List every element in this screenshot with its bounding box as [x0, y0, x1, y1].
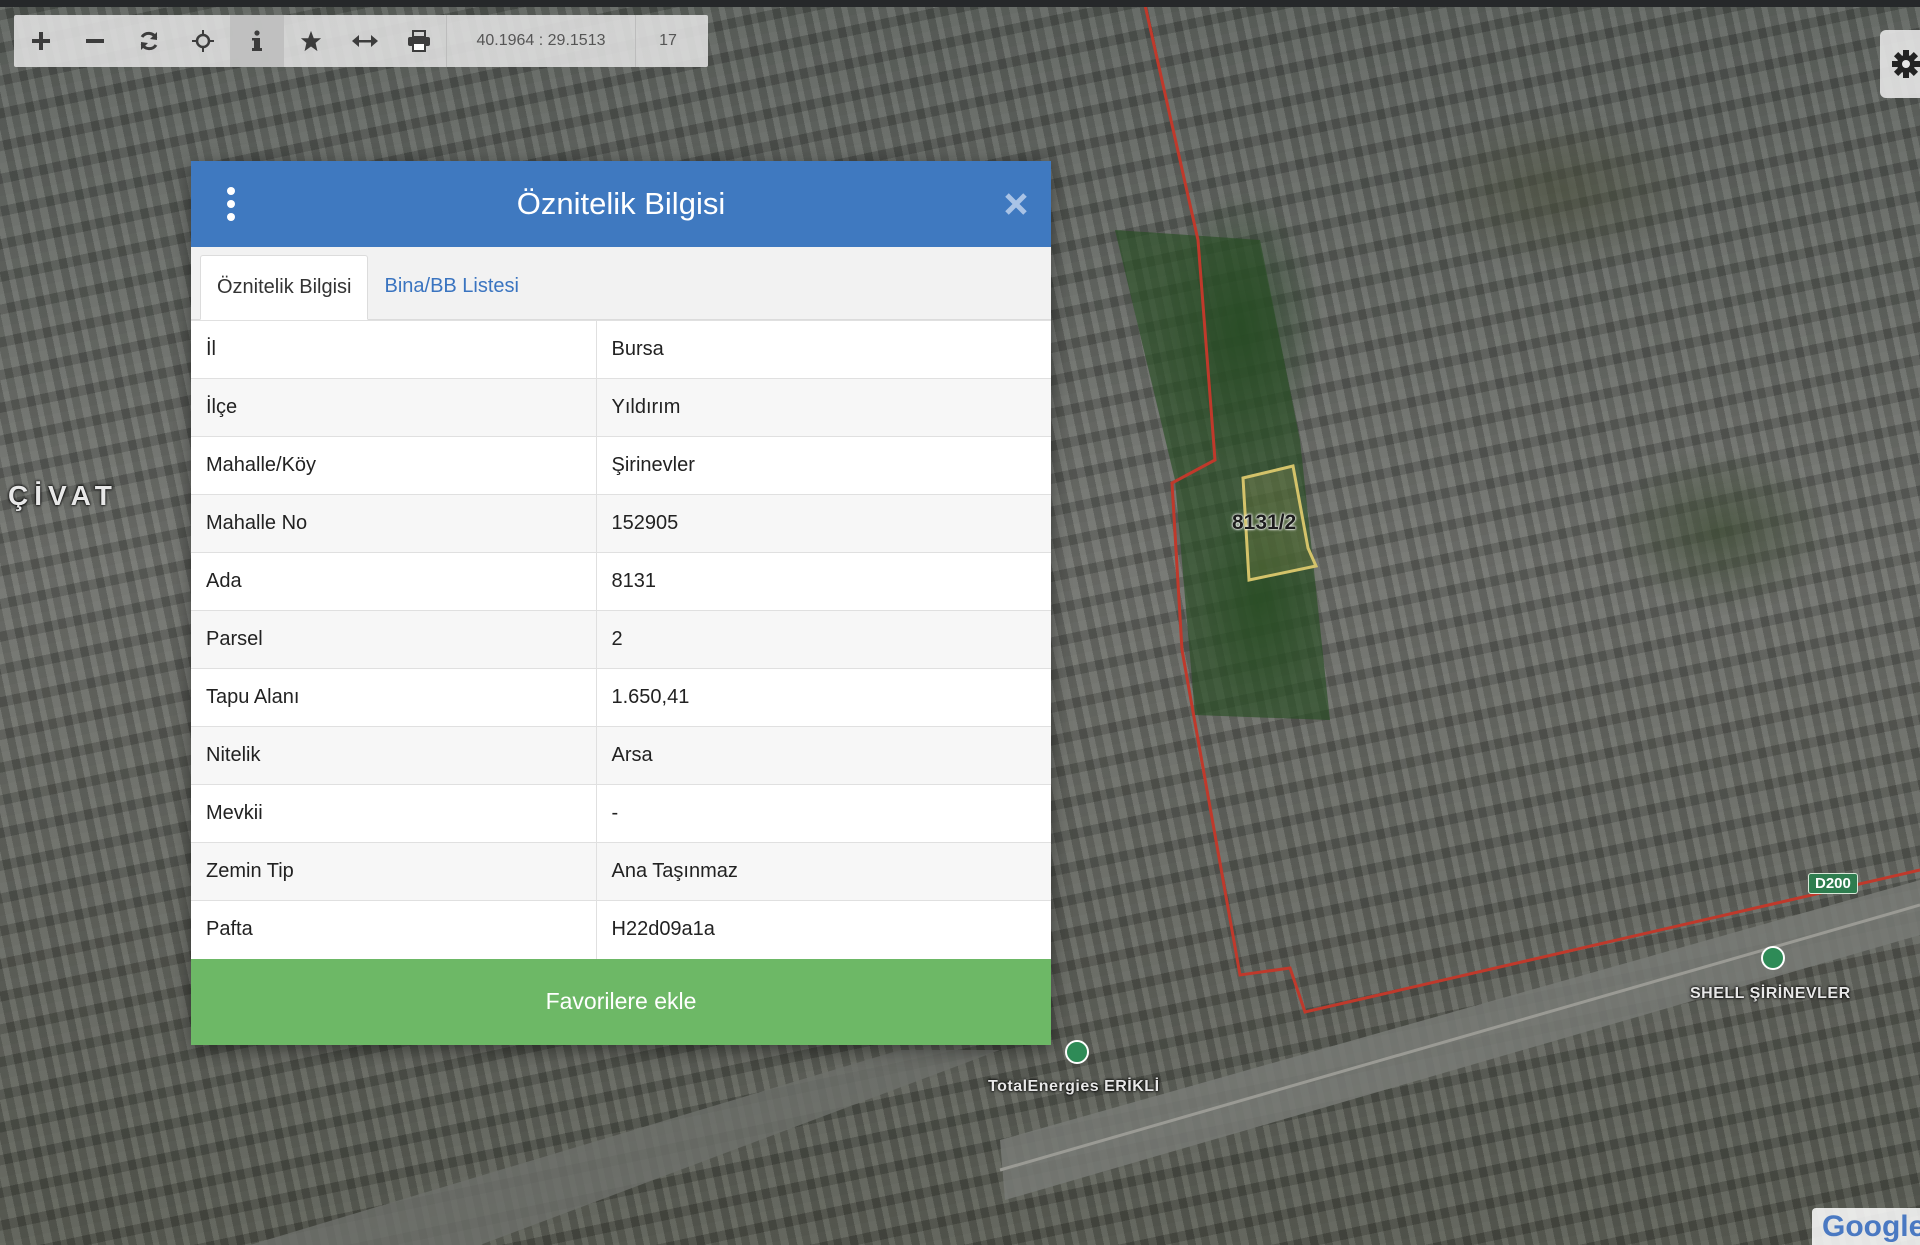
table-row: Zemin Tip Ana Taşınmaz	[191, 842, 1051, 901]
highway-lane	[999, 903, 1920, 1172]
table-row: Nitelik Arsa	[191, 726, 1051, 785]
gas-station-pin[interactable]	[1065, 1040, 1089, 1064]
attribute-table: İl Bursa İlçe Yıldırım Mahalle/Köy Şirinevl…	[191, 320, 1051, 959]
lower-road	[250, 1050, 1000, 1245]
table-row: İlçe Yıldırım	[191, 378, 1051, 437]
info-icon	[252, 30, 262, 51]
row-value: H22d09a1a	[596, 900, 1051, 959]
info-button[interactable]	[230, 15, 284, 67]
zoom-out-button[interactable]	[68, 15, 122, 67]
table-row: Parsel 2	[191, 610, 1051, 669]
table-row: Tapu Alanı 1.650,41	[191, 668, 1051, 727]
row-value: 8131	[596, 552, 1051, 611]
row-key: Pafta	[191, 900, 597, 959]
row-key: Nitelik	[191, 726, 597, 785]
row-key: Mahalle No	[191, 494, 597, 553]
favorites-button[interactable]	[284, 15, 338, 67]
vertical-dots-menu-icon[interactable]	[225, 186, 237, 222]
table-row: İl Bursa	[191, 320, 1051, 379]
table-row: Mahalle No 152905	[191, 494, 1051, 553]
tab-building-list[interactable]: Bina/BB Listesi	[368, 254, 535, 319]
coordinate-readout: 40.1964 : 29.1513	[446, 15, 635, 67]
print-icon	[408, 30, 430, 52]
close-icon[interactable]	[1003, 191, 1029, 217]
row-key: İlçe	[191, 378, 597, 437]
table-row: Ada 8131	[191, 552, 1051, 611]
measure-button[interactable]	[338, 15, 392, 67]
road-badge: D200	[1808, 873, 1858, 894]
row-value: Bursa	[596, 320, 1051, 379]
google-logo: Google	[1812, 1208, 1920, 1245]
refresh-icon	[140, 31, 158, 51]
parcel-label[interactable]: 8131/2	[1232, 511, 1296, 535]
row-value: Yıldırım	[596, 378, 1051, 437]
tab-attribute-info[interactable]: Öznitelik Bilgisi	[200, 255, 369, 320]
row-key: Parsel	[191, 610, 597, 669]
table-row: Mahalle/Köy Şirinevler	[191, 436, 1051, 495]
zoom-in-button[interactable]	[14, 15, 68, 67]
row-key: Mevkii	[191, 784, 597, 843]
table-row: Pafta H22d09a1a	[191, 900, 1051, 959]
highway	[1000, 880, 1920, 1200]
horizontal-arrows-icon	[352, 35, 378, 47]
minus-icon	[86, 39, 104, 43]
gas-station-label[interactable]: TotalEnergies ERİKLİ	[988, 1078, 1160, 1096]
refresh-button[interactable]	[122, 15, 176, 67]
row-value: 1.650,41	[596, 668, 1051, 727]
locate-button[interactable]	[176, 15, 230, 67]
gear-icon	[1892, 50, 1920, 78]
map-toolbar: 40.1964 : 29.1513 17	[14, 15, 708, 67]
row-value: -	[596, 784, 1051, 843]
gas-station-pin[interactable]	[1761, 946, 1785, 970]
row-key: İl	[191, 320, 597, 379]
attribute-dialog: Öznitelik Bilgisi Öznitelik Bilgisi Bina…	[191, 161, 1051, 1045]
print-button[interactable]	[392, 15, 446, 67]
green-field	[1115, 230, 1330, 720]
row-value: Arsa	[596, 726, 1051, 785]
row-value: 2	[596, 610, 1051, 669]
add-to-favorites-button[interactable]: Favorilere ekle	[191, 958, 1051, 1045]
settings-button[interactable]	[1880, 30, 1920, 98]
dialog-title: Öznitelik Bilgisi	[516, 186, 726, 221]
row-value: Şirinevler	[596, 436, 1051, 495]
gas-station-label[interactable]: SHELL ŞİRİNEVLER	[1690, 985, 1851, 1003]
table-row: Mevkii -	[191, 784, 1051, 843]
district-label: ÇİVAT	[8, 480, 118, 511]
plus-icon	[32, 32, 50, 50]
row-key: Tapu Alanı	[191, 668, 597, 727]
top-strip	[0, 0, 1920, 7]
row-key: Zemin Tip	[191, 842, 597, 901]
dialog-header[interactable]: Öznitelik Bilgisi	[191, 161, 1051, 247]
star-icon	[300, 30, 322, 52]
row-value: Ana Taşınmaz	[596, 842, 1051, 901]
row-key: Ada	[191, 552, 597, 611]
dialog-tabs: Öznitelik Bilgisi Bina/BB Listesi	[191, 247, 1051, 320]
crosshair-icon	[192, 30, 214, 52]
row-value: 152905	[596, 494, 1051, 553]
row-key: Mahalle/Köy	[191, 436, 597, 495]
zoom-level: 17	[635, 15, 700, 67]
